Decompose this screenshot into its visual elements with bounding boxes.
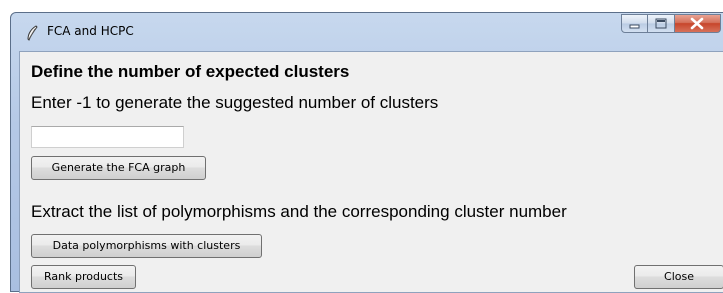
maximize-icon	[655, 18, 667, 29]
title-bar[interactable]: FCA and HCPC	[11, 13, 723, 51]
extract-label: Extract the list of polymorphisms and th…	[31, 202, 567, 221]
data-polymorphisms-button[interactable]: Data polymorphisms with clusters	[31, 234, 262, 258]
minimize-button[interactable]	[621, 14, 648, 33]
close-window-button[interactable]	[675, 14, 721, 33]
feather-icon	[27, 25, 38, 41]
dialog-content: Define the number of expected clusters E…	[19, 51, 723, 293]
clusters-input[interactable]	[31, 126, 184, 148]
heading: Define the number of expected clusters	[31, 62, 350, 81]
close-button[interactable]: Close	[634, 265, 723, 289]
rank-products-button[interactable]: Rank products	[31, 265, 136, 289]
maximize-button[interactable]	[648, 14, 675, 33]
instruction-text: Enter -1 to generate the suggested numbe…	[31, 93, 439, 112]
window-controls	[621, 14, 721, 33]
close-icon	[690, 17, 704, 30]
app-window: FCA and HCPC Define the number of expect…	[10, 12, 723, 293]
generate-fca-graph-button[interactable]: Generate the FCA graph	[31, 156, 206, 180]
window-title: FCA and HCPC	[47, 24, 134, 38]
minimize-icon	[629, 24, 640, 29]
